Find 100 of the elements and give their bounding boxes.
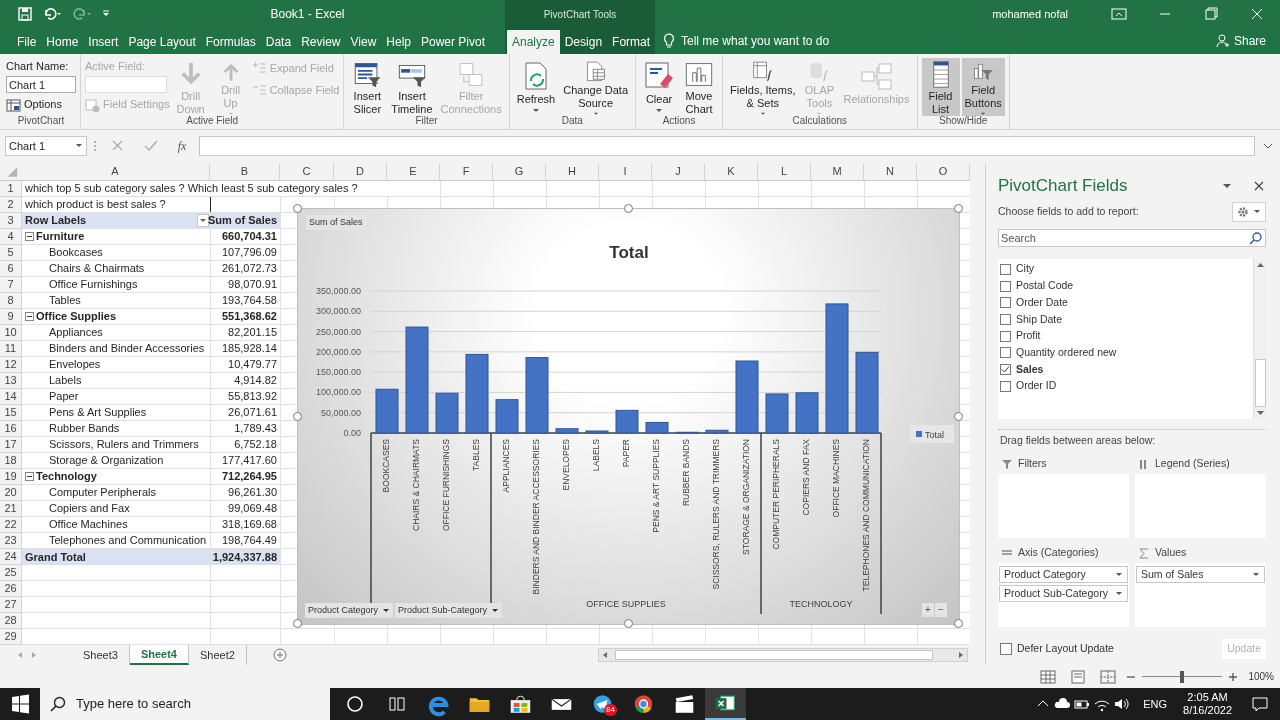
ribbon-tab[interactable]: Review <box>296 30 346 54</box>
collapse-icon[interactable] <box>25 472 34 481</box>
ribbon-button[interactable]: Field List <box>921 58 960 116</box>
drop-area[interactable]: Sum of Sales <box>1135 563 1266 627</box>
row-header[interactable]: 9 <box>0 309 22 325</box>
row-header[interactable]: 19 <box>0 469 22 485</box>
tell-me-search[interactable]: Tell me what you want to do <box>663 32 830 50</box>
field-name[interactable]: Ship Date <box>1016 311 1063 328</box>
resize-handle[interactable] <box>293 204 302 213</box>
bar[interactable] <box>525 357 549 434</box>
clock-date[interactable]: 8/16/2022 <box>1183 704 1232 717</box>
row-header[interactable]: 1 <box>0 181 22 197</box>
row-header[interactable]: 22 <box>0 517 22 533</box>
row-header[interactable]: 4 <box>0 229 22 245</box>
ribbon-button[interactable]: Options <box>6 95 76 114</box>
row-header[interactable]: 11 <box>0 341 22 357</box>
ribbon-tab[interactable]: Insert <box>83 30 124 54</box>
ribbon-button[interactable]: Move Chart <box>680 58 719 116</box>
zoom-in-icon[interactable] <box>1228 671 1239 682</box>
ribbon-button[interactable]: Insert Timeline <box>388 58 436 116</box>
ribbon-tab[interactable]: Help <box>381 30 416 54</box>
formula-input[interactable] <box>199 136 1255 156</box>
sheet-tab[interactable]: Sheet2 <box>188 645 247 665</box>
row-header[interactable]: 18 <box>0 453 22 469</box>
checkbox[interactable] <box>1000 380 1011 392</box>
bar[interactable] <box>495 399 519 434</box>
ribbon-button[interactable]: Fields, Items, & Sets <box>727 58 799 116</box>
ribbon-tab[interactable]: Page Layout <box>123 30 201 54</box>
dropdown-icon[interactable] <box>1222 182 1232 190</box>
resize-handle[interactable] <box>293 411 302 421</box>
checkbox[interactable] <box>1000 263 1011 275</box>
insert-function-button[interactable]: fx <box>171 136 193 156</box>
field-name[interactable]: Postal Code <box>1016 278 1074 294</box>
taskbar-search-field[interactable]: Type here to search <box>40 688 330 720</box>
checkbox[interactable] <box>1000 347 1011 359</box>
row-header[interactable]: 26 <box>0 581 22 597</box>
resize-handle[interactable] <box>623 619 633 628</box>
ribbon-button[interactable]: Refresh <box>513 58 559 114</box>
field-name[interactable]: Sales <box>1016 361 1044 378</box>
taskbar-app-button[interactable]: 84 <box>582 688 623 720</box>
add-sheet-icon[interactable] <box>272 648 287 662</box>
column-header[interactable]: F <box>440 163 493 180</box>
filter-dropdown-button[interactable] <box>197 214 209 227</box>
bar[interactable] <box>855 351 879 434</box>
resize-handle[interactable] <box>954 619 963 628</box>
row-header[interactable]: 29 <box>0 629 22 645</box>
ribbon-button[interactable]: Change Data Source <box>560 58 632 116</box>
column-header[interactable]: N <box>864 163 917 180</box>
checkbox[interactable] <box>1000 297 1011 309</box>
page-break-icon[interactable] <box>1100 669 1117 684</box>
row-header[interactable]: 8 <box>0 293 22 309</box>
checkbox[interactable] <box>1000 363 1011 375</box>
bar[interactable] <box>615 409 639 434</box>
column-header[interactable]: L <box>758 163 811 180</box>
column-header[interactable]: E <box>387 163 440 180</box>
row-header[interactable]: 27 <box>0 597 22 613</box>
row-header[interactable]: 12 <box>0 357 22 373</box>
row-header[interactable]: 10 <box>0 325 22 341</box>
field-name[interactable]: Quantity ordered new <box>1016 344 1117 361</box>
sheet-tab[interactable]: Sheet3 <box>72 645 130 665</box>
row-header[interactable]: 2 <box>0 197 22 213</box>
bar[interactable] <box>675 431 699 434</box>
field-button[interactable]: Sum of Sales <box>306 215 366 230</box>
taskbar-app-button[interactable] <box>705 688 746 720</box>
checkbox[interactable] <box>1000 330 1011 342</box>
ribbon-tab[interactable]: View <box>345 30 382 54</box>
ribbon-tab[interactable]: Power Pivot <box>416 30 490 54</box>
bar[interactable] <box>465 353 489 434</box>
ribbon-tab[interactable]: Analyze <box>507 30 560 54</box>
ribbon-tab[interactable]: File <box>12 30 42 54</box>
row-header[interactable]: 23 <box>0 533 22 549</box>
row-header[interactable]: 25 <box>0 565 22 581</box>
checkbox[interactable] <box>1000 313 1011 325</box>
field-name[interactable]: Profit <box>1016 328 1041 344</box>
row-header[interactable]: 5 <box>0 245 22 261</box>
bar[interactable] <box>645 421 669 434</box>
customize-caret-icon[interactable] <box>102 10 110 18</box>
resize-handle[interactable] <box>954 204 963 213</box>
collapse-icon[interactable] <box>25 232 34 241</box>
row-header[interactable]: 17 <box>0 437 22 453</box>
row-header[interactable]: 20 <box>0 485 22 501</box>
area-field[interactable]: Product Sub-Category <box>999 585 1128 602</box>
undo-icon[interactable] <box>42 7 62 21</box>
bar[interactable] <box>705 429 729 434</box>
language-indicator[interactable]: ENG <box>1143 695 1168 713</box>
text-field[interactable]: Chart 1 <box>6 76 76 94</box>
field-button[interactable]: Product Sub-Category <box>395 603 503 618</box>
share-button[interactable]: Share <box>1215 32 1266 50</box>
bar[interactable] <box>375 388 399 434</box>
ribbon-tab[interactable]: Data <box>260 30 297 54</box>
row-header[interactable]: 3 <box>0 213 22 229</box>
row-header[interactable]: 21 <box>0 501 22 517</box>
checkbox-label[interactable]: Defer Layout Update <box>1017 641 1114 657</box>
column-header[interactable]: D <box>334 163 387 180</box>
scrollbar-thumb[interactable] <box>1254 359 1266 407</box>
ribbon-button[interactable]: Clear <box>640 58 679 114</box>
checkbox[interactable] <box>1000 643 1012 655</box>
column-header[interactable]: I <box>599 163 652 180</box>
row-header[interactable]: 7 <box>0 277 22 293</box>
column-header[interactable]: M <box>811 163 864 180</box>
